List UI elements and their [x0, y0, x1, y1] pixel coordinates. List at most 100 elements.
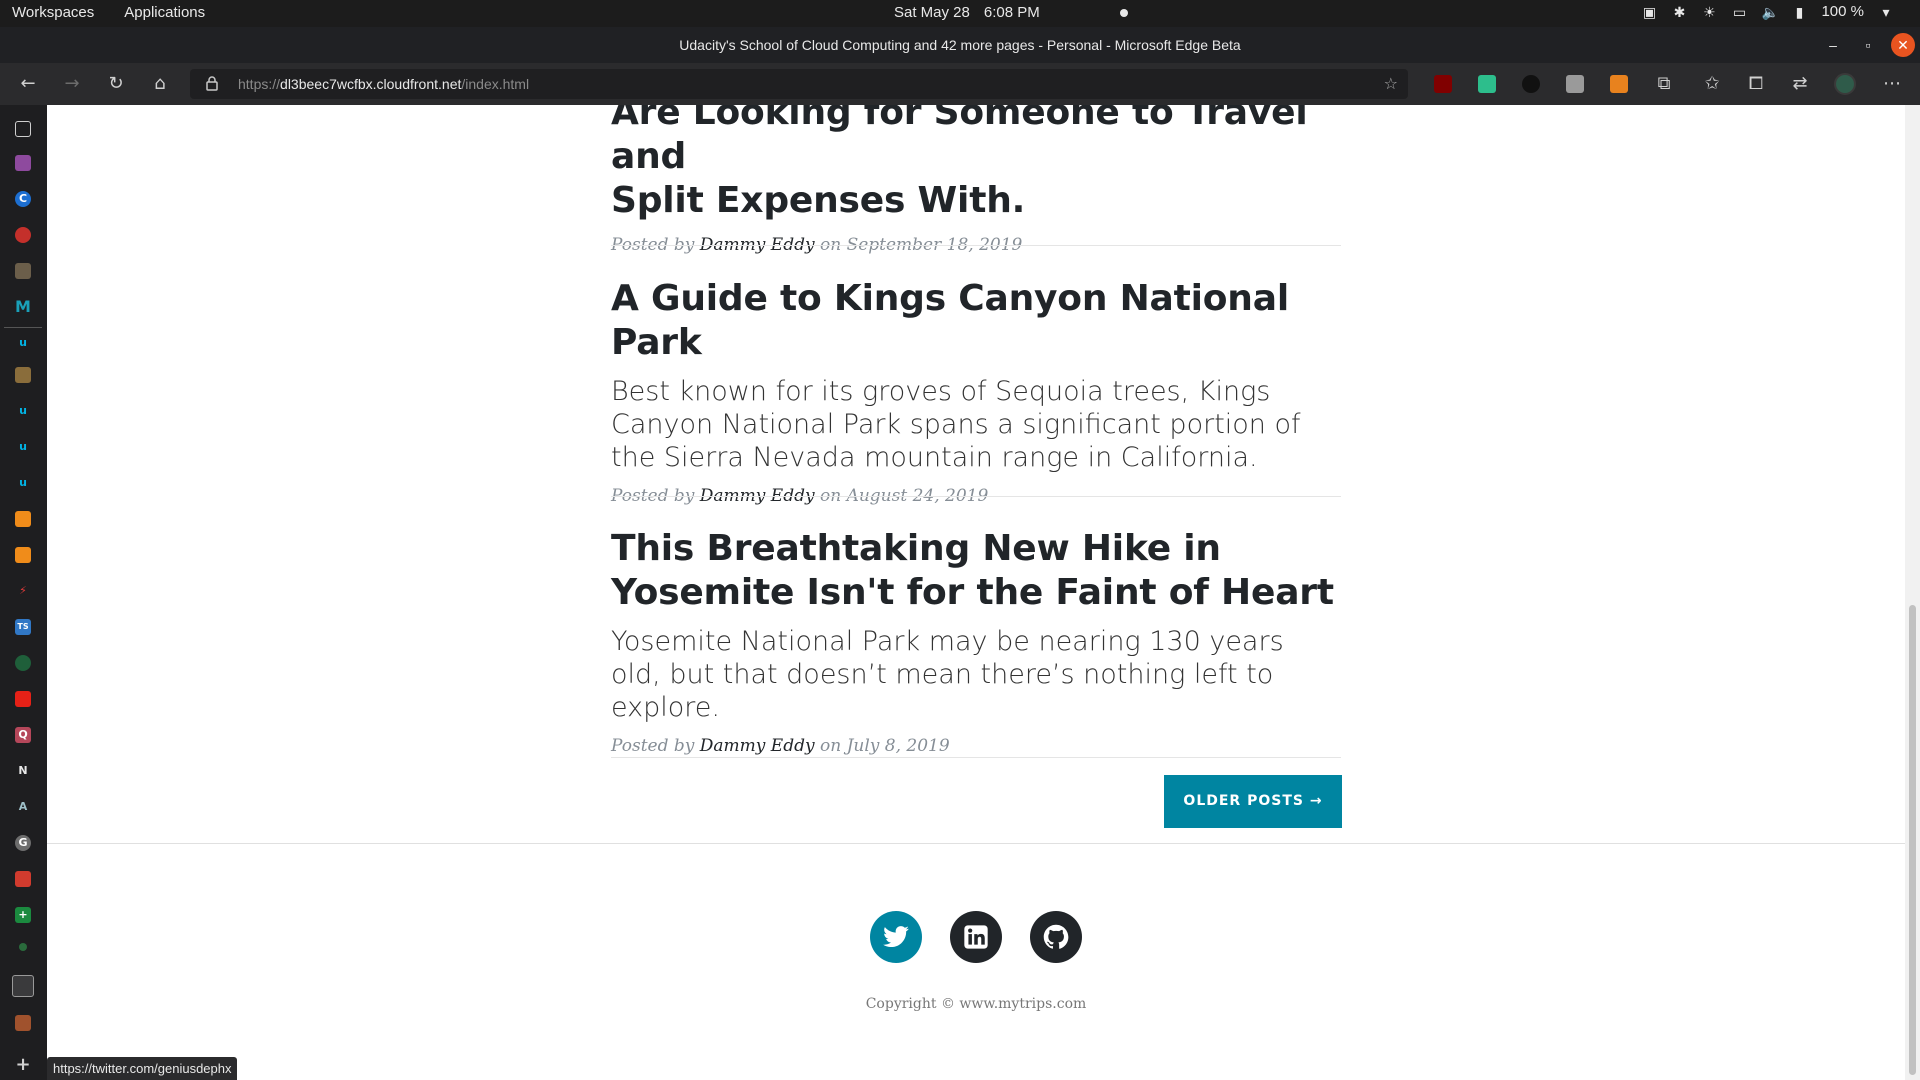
window-extension-icon[interactable]	[1566, 75, 1584, 93]
lock-icon[interactable]	[204, 75, 220, 91]
display-icon[interactable]: ▭	[1731, 4, 1747, 20]
post-divider	[611, 245, 1341, 246]
address-bar[interactable]: https://dl3beec7wcfbx.cloudfront.net/ind…	[190, 69, 1408, 99]
workspaces-menu[interactable]: Workspaces	[12, 4, 94, 21]
tab-active-page-icon[interactable]	[12, 975, 34, 997]
tab-favicon-p-icon[interactable]	[15, 871, 31, 887]
footer-divider	[47, 843, 1905, 844]
twitter-link[interactable]	[870, 911, 922, 963]
mail-extension-icon[interactable]	[1478, 75, 1496, 93]
url-scheme: https://	[238, 76, 281, 92]
post-title-line[interactable]: Are Looking for Someone to Travel and	[611, 105, 1341, 179]
window-title-bar: Udacity's School of Cloud Computing and …	[0, 27, 1920, 63]
vertical-tabs-sidebar: C M u u u u ⚡ TS Q N A G + +	[0, 105, 47, 1080]
tab-favicon-udacity-icon[interactable]: u	[15, 335, 31, 351]
close-icon[interactable]: ✕	[1891, 33, 1915, 57]
post-title[interactable]: This Breathtaking New Hike in Yosemite I…	[611, 527, 1341, 615]
tab-favicon-udacity-icon[interactable]: u	[15, 475, 31, 491]
brightness-icon[interactable]: ☀	[1701, 4, 1717, 20]
browser-toolbar: ← → ↻ ⌂ https://dl3beec7wcfbx.cloudfront…	[0, 63, 1920, 105]
post-subtitle[interactable]: Yosemite National Park may be nearing 13…	[611, 625, 1341, 724]
clock-date: Sat May 28	[894, 4, 970, 21]
on-label: on	[819, 736, 842, 756]
tab-favicon-q-icon[interactable]: Q	[15, 727, 31, 743]
clock[interactable]: Sat May 28 6:08 PM	[894, 4, 1128, 21]
battery-icon[interactable]: ▮	[1791, 4, 1807, 20]
slack-tray-icon[interactable]: ✱	[1671, 4, 1687, 20]
tab-favicon-dot-icon[interactable]	[19, 943, 27, 951]
post-preview[interactable]: Are Looking for Someone to Travel and Sp…	[611, 105, 1341, 255]
tab-favicon-youtube-icon[interactable]	[15, 227, 31, 243]
minimize-icon[interactable]: –	[1821, 33, 1845, 57]
new-tab-icon[interactable]: +	[15, 1056, 31, 1074]
twitter-icon	[883, 926, 909, 948]
post-date: July 8, 2019	[846, 736, 950, 756]
url-host: dl3beec7wcfbx.cloudfront.net	[280, 76, 462, 92]
post-divider	[611, 496, 1341, 497]
post-subtitle[interactable]: Best known for its groves of Sequoia tre…	[611, 375, 1341, 474]
tab-favicon-shield-icon[interactable]	[15, 263, 31, 279]
collections-icon[interactable]: ⧠	[1744, 72, 1768, 96]
tab-favicon-bolt-icon[interactable]: ⚡	[15, 583, 31, 599]
tab-favicon-a-icon[interactable]: A	[15, 799, 31, 815]
page-scrollbar[interactable]	[1905, 105, 1920, 1080]
github-link[interactable]	[1030, 911, 1082, 963]
tab-favicon-c-icon[interactable]: C	[15, 191, 31, 207]
applications-menu[interactable]: Applications	[124, 4, 205, 21]
profile-avatar[interactable]	[1834, 73, 1856, 95]
power-menu-icon[interactable]: ▾	[1878, 4, 1894, 20]
forward-icon[interactable]: →	[60, 72, 84, 96]
post-author-link[interactable]: Dammy Eddy	[700, 736, 815, 756]
share-icon[interactable]: ⇄	[1788, 72, 1812, 96]
post-meta: Posted by Dammy Eddy on July 8, 2019	[611, 736, 1341, 756]
ink-extension-icon[interactable]	[1522, 75, 1540, 93]
github-icon	[1043, 924, 1069, 949]
maximize-icon[interactable]: ▫	[1856, 33, 1880, 57]
tab-favicon-udacity-icon[interactable]: u	[15, 439, 31, 455]
tab-favicon-n-icon[interactable]: N	[15, 763, 31, 779]
linkedin-link[interactable]	[950, 911, 1002, 963]
tab-favicon-youtube-icon[interactable]	[15, 691, 31, 707]
tab-favicon-aws-icon[interactable]	[15, 547, 31, 563]
copyright-text: Copyright © www.mytrips.com	[865, 996, 1087, 1012]
scrollbar-thumb[interactable]	[1909, 605, 1916, 1075]
tab-favicon-ts-icon[interactable]: TS	[15, 619, 31, 635]
more-menu-icon[interactable]: ⋯	[1880, 72, 1904, 96]
refresh-icon[interactable]: ↻	[104, 72, 128, 96]
url-text: https://dl3beec7wcfbx.cloudfront.net/ind…	[238, 76, 529, 92]
metamask-extension-icon[interactable]	[1610, 75, 1628, 93]
system-top-bar: Workspaces Applications Sat May 28 6:08 …	[0, 0, 1920, 27]
tab-favicon-udacity-icon[interactable]: u	[15, 403, 31, 419]
volume-icon[interactable]: 🔈	[1761, 4, 1778, 20]
ublock-extension-icon[interactable]	[1434, 75, 1452, 93]
post-title-line[interactable]: Split Expenses With.	[611, 179, 1341, 223]
favorites-icon[interactable]: ✩	[1700, 72, 1724, 96]
tab-actions-icon[interactable]	[15, 121, 31, 137]
post-preview[interactable]: This Breathtaking New Hike in Yosemite I…	[611, 527, 1341, 756]
tab-favicon-icon[interactable]	[15, 155, 31, 171]
notification-dot-icon	[1119, 8, 1128, 17]
older-posts-button[interactable]: OLDER POSTS →	[1164, 775, 1342, 828]
teams-tray-icon[interactable]: ▣	[1641, 4, 1657, 20]
tab-favicon-g-icon[interactable]: G	[15, 835, 31, 851]
sidebar-divider	[4, 327, 42, 328]
post-divider	[611, 757, 1341, 758]
tab-favicon-box-icon[interactable]	[15, 367, 31, 383]
window-title: Udacity's School of Cloud Computing and …	[679, 37, 1241, 53]
add-favorite-icon[interactable]: ☆	[1384, 74, 1398, 93]
back-icon[interactable]: ←	[16, 72, 40, 96]
post-title[interactable]: Are Looking for Someone to Travel and Sp…	[611, 105, 1341, 223]
post-title[interactable]: A Guide to Kings Canyon National Park	[611, 277, 1341, 365]
linkedin-icon	[964, 925, 988, 949]
url-path: /index.html	[461, 76, 530, 92]
extensions-puzzle-icon[interactable]: ⧉	[1652, 72, 1676, 96]
tab-favicon-aws-icon[interactable]	[15, 511, 31, 527]
tab-favicon-plus-icon[interactable]: +	[15, 907, 31, 923]
post-preview[interactable]: A Guide to Kings Canyon National Park Be…	[611, 277, 1341, 506]
tab-favicon-leaf-icon[interactable]	[15, 655, 31, 671]
page-content: Are Looking for Someone to Travel and Sp…	[47, 105, 1905, 1080]
tab-favicon-java-icon[interactable]	[15, 1015, 31, 1031]
clock-time: 6:08 PM	[983, 4, 1040, 21]
home-icon[interactable]: ⌂	[148, 72, 172, 96]
tab-favicon-m-icon[interactable]: M	[15, 299, 31, 315]
